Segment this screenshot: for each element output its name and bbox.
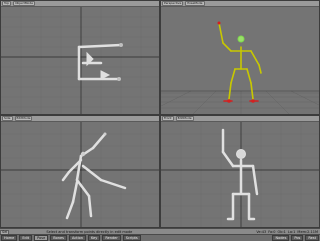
tab-key[interactable]: Key xyxy=(87,235,101,241)
viewport-bottom-left[interactable]: Side EditMode xyxy=(0,115,160,228)
tab-home[interactable]: Home xyxy=(1,235,18,241)
tab-render[interactable]: Render xyxy=(102,235,121,241)
viewport-top-right[interactable]: Perspective PoseMode xyxy=(160,0,320,115)
view-type-button[interactable]: Top xyxy=(2,1,12,6)
tab-pose[interactable]: Pose xyxy=(34,235,49,241)
viewport-grid xyxy=(1,7,159,114)
rest-button[interactable]: Rest xyxy=(305,235,319,241)
armature-side[interactable] xyxy=(61,132,127,220)
tab-scripts[interactable]: Scripts xyxy=(122,235,141,241)
mode-select[interactable]: EditMode xyxy=(175,116,194,121)
tab-bones[interactable]: Bones xyxy=(50,235,67,241)
viewport-bottom-right[interactable]: Front EditMode xyxy=(160,115,320,228)
viewport-perspective-grid xyxy=(161,21,319,114)
viewport-grid xyxy=(1,122,159,227)
mode-select[interactable]: EditMode xyxy=(14,116,33,121)
armature-pose[interactable] xyxy=(217,21,262,103)
tab-action[interactable]: Action xyxy=(68,235,86,241)
mode-select[interactable]: ObjectMode xyxy=(13,1,36,6)
view-type-button[interactable]: Perspective xyxy=(162,1,184,6)
pos-button[interactable]: Pos xyxy=(291,235,304,241)
viewport-top-left[interactable]: Top ObjectMode xyxy=(0,0,160,115)
viewport-grid xyxy=(161,122,319,227)
mode-select[interactable]: PoseMode xyxy=(185,1,205,6)
view-type-button[interactable]: Side xyxy=(2,116,13,121)
view-type-button[interactable]: Front xyxy=(162,116,174,121)
nodes-button[interactable]: Nodes xyxy=(272,235,290,241)
armature-front[interactable] xyxy=(221,128,259,221)
tab-edit[interactable]: Edit xyxy=(19,235,33,241)
